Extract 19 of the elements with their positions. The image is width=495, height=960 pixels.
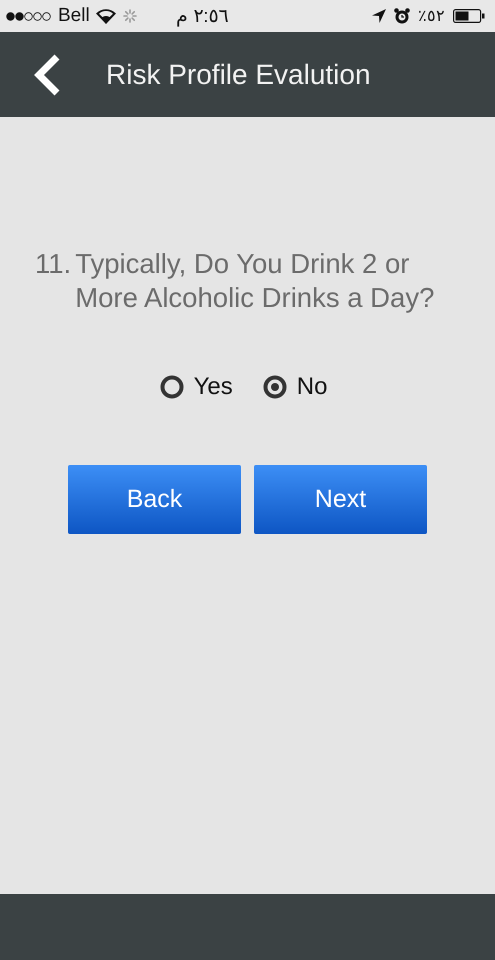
wifi-icon <box>96 8 116 24</box>
radio-option[interactable]: Yes <box>160 373 233 401</box>
screen-title: Risk Profile Evalution <box>106 58 371 90</box>
location-arrow-icon <box>372 9 386 23</box>
back-button[interactable]: Back <box>68 465 241 534</box>
next-button[interactable]: Next <box>254 465 427 534</box>
back-chevron-icon[interactable] <box>32 54 62 96</box>
battery-percent: ٪٥٢ <box>418 7 445 26</box>
spinner-icon <box>122 8 138 24</box>
battery-icon <box>453 9 485 23</box>
signal-icon <box>6 12 52 20</box>
clock-time: ٢:٥٦ م <box>176 5 230 28</box>
radio-button[interactable] <box>160 375 184 399</box>
radio-button[interactable] <box>262 375 287 399</box>
alarm-clock-icon <box>394 8 410 24</box>
radio-option[interactable]: No <box>262 373 328 401</box>
question-number: 11. <box>35 247 72 281</box>
question-text: Typically, Do You Drink 2 or More Alcoholic Drinks a Day? <box>75 247 436 315</box>
carrier-name: Bell <box>58 5 90 27</box>
